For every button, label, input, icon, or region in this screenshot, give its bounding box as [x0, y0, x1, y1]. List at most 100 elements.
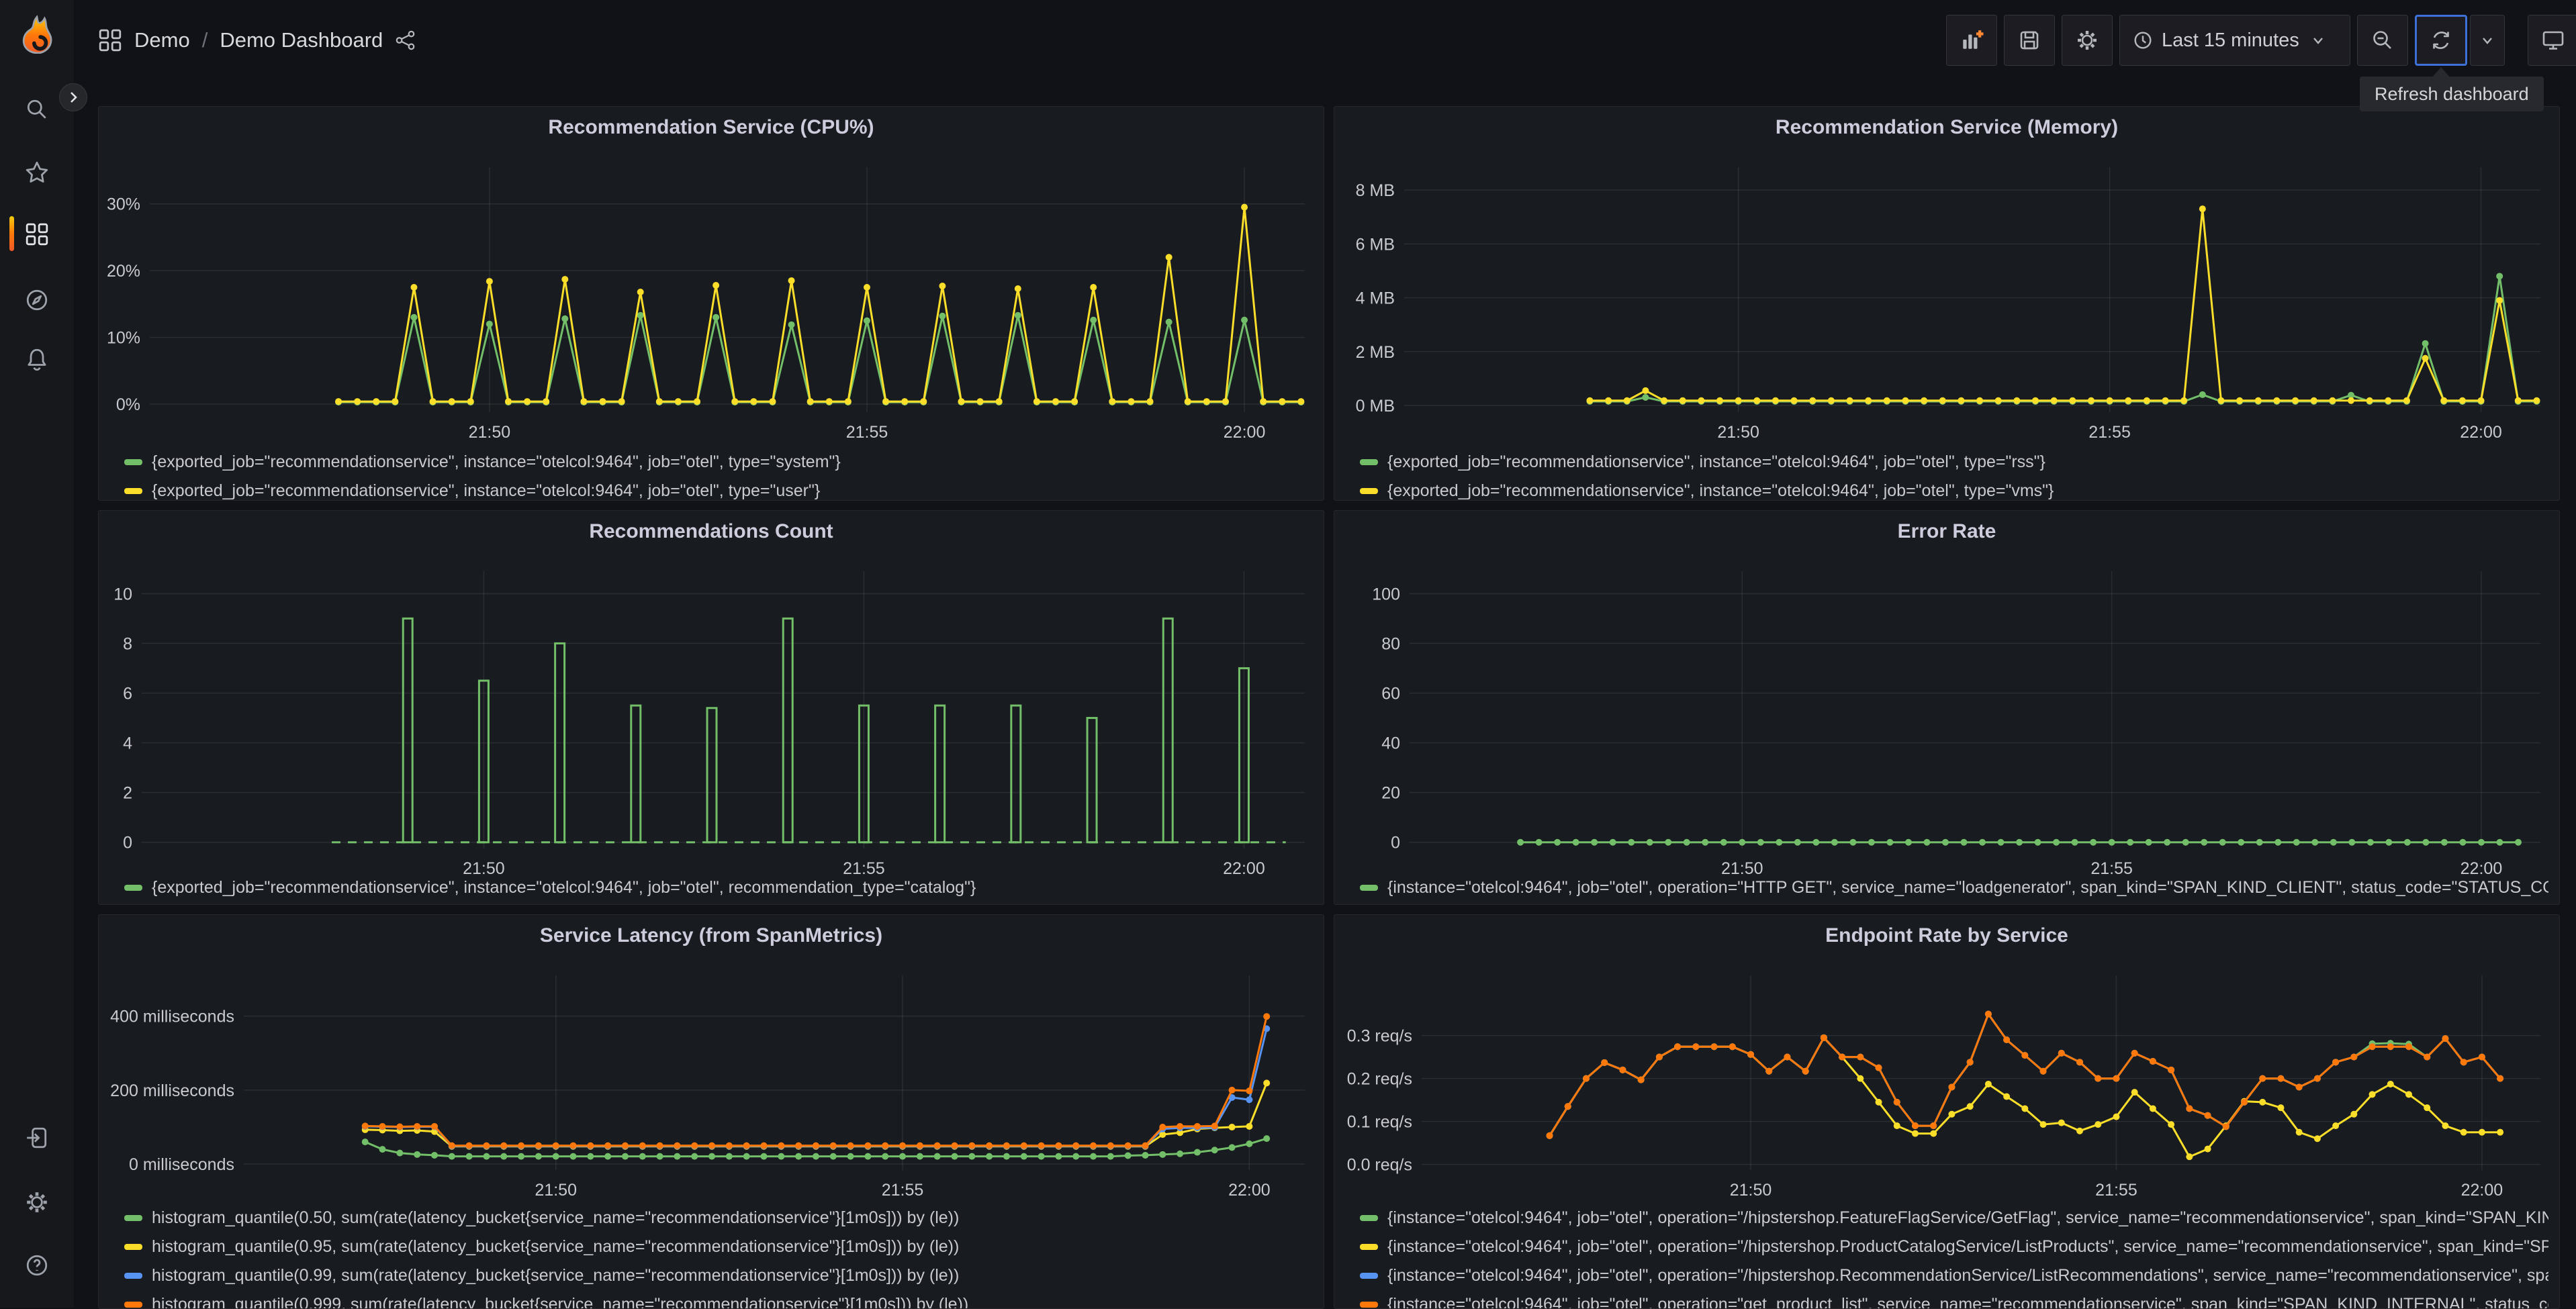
data-point [1930, 1122, 1937, 1130]
data-point [448, 1142, 455, 1149]
panel-title[interactable]: Recommendations Count [99, 520, 1324, 543]
data-point [788, 321, 795, 328]
data-point [1849, 838, 1857, 846]
data-point [656, 1142, 663, 1149]
data-point [951, 1142, 958, 1149]
data-point [1072, 1153, 1080, 1160]
panel-title[interactable]: Service Latency (from SpanMetrics) [99, 924, 1324, 947]
data-point [1948, 1110, 1956, 1118]
series-line [1549, 1013, 2501, 1136]
data-point [2201, 838, 2208, 846]
bar [706, 707, 718, 844]
legend-item[interactable]: {instance="otelcol:9464", job="otel", op… [1360, 873, 2548, 902]
chart-plot-area[interactable]: 024681021:50 21:55 22:00 [99, 511, 1324, 881]
legend-item[interactable]: {exported_job="recommendationservice", i… [1360, 448, 2548, 477]
legend-item[interactable]: histogram_quantile(0.95, sum(rate(latenc… [124, 1232, 1313, 1261]
sidebar-item-dashboards[interactable] [0, 211, 74, 258]
data-point [1846, 397, 1853, 404]
data-point [2164, 838, 2171, 846]
data-point [500, 1142, 508, 1149]
legend-item[interactable]: histogram_quantile(0.99, sum(rate(latenc… [124, 1261, 1313, 1290]
panel-title[interactable]: Recommendation Service (CPU%) [99, 116, 1324, 139]
data-point [1107, 1142, 1114, 1149]
data-point [2533, 397, 2540, 404]
legend-item[interactable]: histogram_quantile(0.999, sum(rate(laten… [124, 1290, 1313, 1308]
data-point [1665, 838, 1672, 846]
data-point [2217, 397, 2225, 404]
chart-plot-area[interactable]: 0 milliseconds 200 milliseconds 400 millis… [99, 915, 1324, 1202]
data-point [2131, 1089, 2138, 1096]
save-dashboard-button[interactable] [2004, 15, 2055, 66]
share-icon[interactable] [395, 30, 416, 51]
refresh-dashboard-button[interactable] [2415, 15, 2467, 66]
data-point [882, 398, 890, 405]
data-point [1674, 1043, 1682, 1051]
panel-title[interactable]: Error Rate [1334, 520, 2559, 543]
add-panel-button[interactable] [1946, 15, 1997, 66]
refresh-icon [2433, 32, 2449, 49]
data-point [1159, 1124, 1166, 1131]
data-point [1020, 1142, 1027, 1149]
chart-plot-area[interactable]: 0 MB 2 MB 4 MB 6 MB 8 MB 21:50 21:55 22:00 [1334, 107, 2560, 444]
data-point [1966, 1059, 1974, 1066]
data-point [863, 284, 870, 291]
data-point [2131, 1049, 2138, 1057]
y-axis-tick-label: 2 MB [1356, 343, 1395, 362]
data-point [691, 1153, 698, 1160]
data-point [2087, 397, 2095, 404]
apps-grid-icon [99, 29, 122, 52]
data-point [621, 1142, 629, 1149]
data-point [2003, 1093, 2011, 1100]
data-point [2405, 1091, 2412, 1098]
legend-item[interactable]: {instance="otelcol:9464", job="otel", op… [1360, 1232, 2548, 1261]
sidebar-item-alerting[interactable] [0, 336, 74, 383]
panel-title[interactable]: Endpoint Rate by Service [1334, 924, 2559, 947]
data-point [795, 1142, 802, 1149]
sidebar-item-configuration[interactable] [0, 1179, 74, 1226]
cycle-view-mode-button[interactable] [2528, 15, 2576, 66]
data-point [2238, 838, 2245, 846]
data-point [1109, 398, 1116, 405]
data-point [1642, 387, 1649, 394]
data-point [1868, 838, 1875, 846]
data-point [354, 398, 361, 405]
data-point [1619, 1066, 1626, 1073]
zoom-out-button[interactable] [2357, 15, 2408, 66]
data-point [1809, 397, 1816, 404]
breadcrumb-page-title[interactable]: Demo Dashboard [220, 28, 383, 52]
legend-item[interactable]: {exported_job="recommendationservice", i… [124, 873, 1313, 902]
panel-recommendation-service-memory: 0 MB 2 MB 4 MB 6 MB 8 MB 21:50 21:55 22:00 Recom… [1334, 106, 2560, 501]
data-point [1554, 838, 1561, 846]
dashboard-settings-button[interactable] [2062, 15, 2113, 66]
legend-item[interactable]: {instance="otelcol:9464", job="otel", op… [1360, 1204, 2548, 1232]
grafana-logo[interactable] [0, 9, 74, 59]
panel-title[interactable]: Recommendation Service (Memory) [1334, 116, 2559, 139]
breadcrumb-section[interactable]: Demo [134, 28, 190, 52]
time-range-picker[interactable]: Last 15 minutes [2119, 15, 2350, 66]
sign-in-icon [27, 1127, 47, 1149]
data-point [1228, 1124, 1236, 1131]
chart-plot-area[interactable]: 02040608010021:50 21:55 22:00 [1334, 511, 2560, 881]
y-axis-tick-label: 8 MB [1356, 181, 1395, 200]
data-point [429, 398, 436, 405]
x-axis-tick-label: 22:00 [2461, 1181, 2503, 1200]
legend-item[interactable]: {instance="otelcol:9464", job="otel", op… [1360, 1261, 2548, 1290]
refresh-interval-dropdown[interactable] [2470, 15, 2505, 66]
chart-plot-area[interactable]: 0% 10% 20% 30% 21:50 21:55 22:00 [99, 107, 1324, 444]
data-point [712, 313, 720, 321]
data-point [2311, 838, 2319, 846]
legend-item[interactable]: {exported_job="recommendationservice", i… [124, 477, 1313, 500]
sidebar-expand-button[interactable] [59, 83, 87, 111]
sidebar-item-explore[interactable] [0, 277, 74, 324]
legend-item[interactable]: histogram_quantile(0.50, sum(rate(latenc… [124, 1204, 1313, 1232]
sidebar-item-starred[interactable] [0, 149, 74, 196]
legend-item[interactable]: {instance="otelcol:9464", job="otel", op… [1360, 1290, 2548, 1308]
chart-plot-area[interactable]: 0.0 req/s 0.1 req/s 0.2 req/s 0.3 req/s 21:5… [1334, 915, 2560, 1202]
sidebar-item-help[interactable] [0, 1242, 74, 1289]
data-point [2442, 1035, 2449, 1043]
legend-item[interactable]: {exported_job="recommendationservice", i… [1360, 477, 2548, 500]
legend-item[interactable]: {exported_job="recommendationservice", i… [124, 448, 1313, 477]
y-axis-tick-label: 6 [123, 684, 132, 703]
data-point [2440, 397, 2448, 404]
sidebar-item-sign-in[interactable] [0, 1114, 74, 1161]
